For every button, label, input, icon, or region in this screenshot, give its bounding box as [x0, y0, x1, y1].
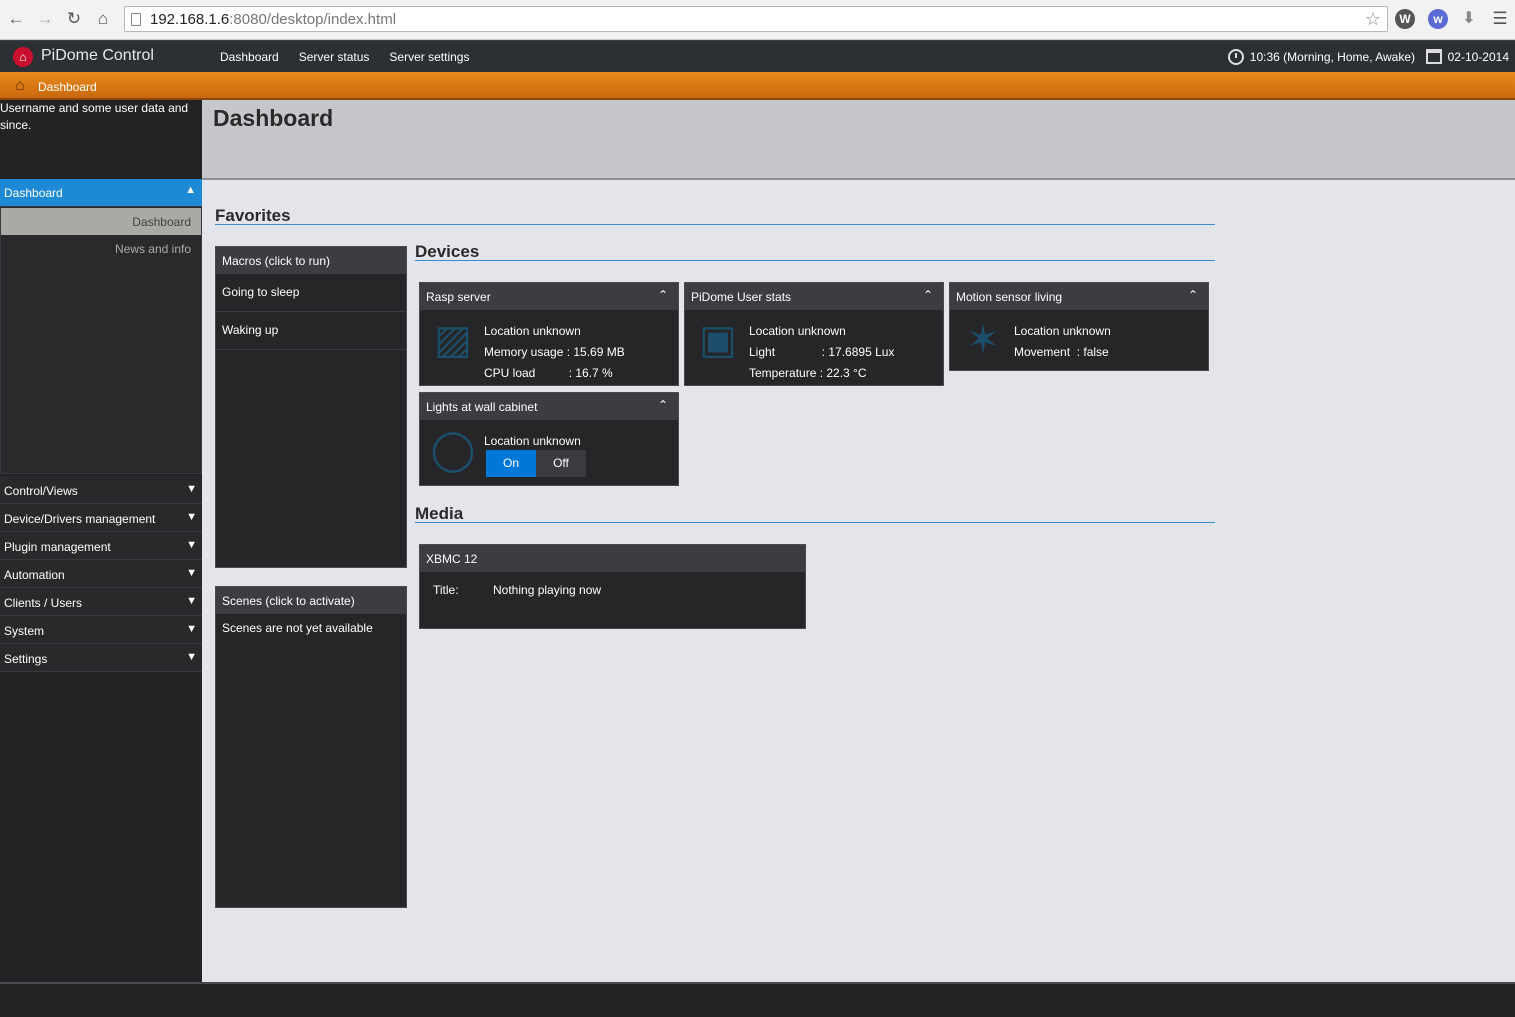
macro-going-to-sleep[interactable]: Going to sleep [216, 274, 406, 312]
nav-server-settings[interactable]: Server settings [389, 50, 469, 64]
device-details: Location unknown Movement : false [1014, 324, 1111, 359]
sidebar-item-device-drivers[interactable]: Device/Drivers management ▼ [0, 504, 202, 532]
devices-title: Devices [415, 242, 480, 261]
person-running-icon: ✶ [966, 318, 1000, 362]
date-text: 02-10-2014 [1447, 49, 1509, 64]
clock-text: 10:36 (Morning, Home, Awake) [1249, 50, 1415, 64]
chevron-down-icon: ▼ [186, 595, 197, 607]
nav-server-status[interactable]: Server status [299, 50, 370, 64]
calendar-icon [1425, 49, 1442, 64]
forward-icon[interactable]: → [35, 9, 55, 29]
page-header: Dashboard [202, 100, 1515, 180]
app-header: ⌂ PiDome Control Dashboard Server status… [0, 40, 1515, 72]
device-lights-cabinet: Lights at wall cabinet ⌃ ◯ Location unkno… [419, 392, 679, 486]
chevron-up-icon: ▲ [185, 184, 196, 196]
menu-icon[interactable]: ☰ [1490, 9, 1510, 29]
main-content: Dashboard Favorites Macros (click to run… [202, 100, 1515, 982]
media-player-xbmc: XBMC 12 Title: Nothing playing now [419, 544, 806, 629]
sidebar-item-system[interactable]: System ▼ [0, 616, 202, 644]
chevron-down-icon: ▼ [186, 651, 197, 663]
url-text: 192.168.1.6:8080/desktop/index.html [150, 11, 397, 28]
page-title: Dashboard [213, 105, 334, 131]
collapse-icon[interactable]: ⌃ [1188, 288, 1198, 302]
footer-bar [0, 982, 1515, 1017]
clock-icon [1227, 49, 1244, 65]
home-icon[interactable]: ⌂ [93, 9, 113, 29]
breadcrumb-dashboard[interactable]: Dashboard [38, 80, 97, 94]
sidebar-item-automation[interactable]: Automation ▼ [0, 560, 202, 588]
media-title: Media [415, 504, 464, 523]
macros-panel-title: Macros (click to run) [216, 247, 406, 274]
device-title: Motion sensor living [956, 290, 1063, 304]
chevron-down-icon: ▼ [186, 539, 197, 551]
date: 02-10-2014 [1425, 49, 1509, 64]
device-details: Location unknown Memory usage : 15.69 MB C… [484, 324, 625, 380]
server-board-icon: ▨ [434, 318, 472, 362]
device-title: Lights at wall cabinet [426, 400, 538, 414]
address-bar[interactable]: 192.168.1.6:8080/desktop/index.html ☆ [124, 6, 1388, 32]
device-title: Rasp server [426, 290, 491, 304]
media-field-value: Nothing playing now [493, 583, 602, 597]
pidome-logo-icon: ⌂ [13, 47, 33, 67]
sidebar-item-settings[interactable]: Settings ▼ [0, 644, 202, 672]
device-motion-sensor: Motion sensor living ⌃ ✶ Location unknown… [949, 282, 1209, 371]
lightbulb-icon: ◯ [430, 428, 476, 472]
light-toggle: On Off [486, 450, 586, 477]
macros-panel: Macros (click to run) Going to sleep Wak… [215, 246, 407, 568]
back-icon[interactable]: ← [6, 9, 26, 29]
top-nav: Dashboard Server status Server settings [220, 50, 469, 64]
nav-dashboard[interactable]: Dashboard [220, 50, 279, 64]
chevron-down-icon: ▼ [186, 483, 197, 495]
light-on-button[interactable]: On [486, 450, 536, 477]
chevron-down-icon: ▼ [186, 623, 197, 635]
collapse-icon[interactable]: ⌃ [658, 288, 668, 302]
extension-icon[interactable]: w [1428, 9, 1448, 29]
wordpress-icon[interactable]: W [1395, 9, 1415, 29]
device-rasp-server: Rasp server ⌃ ▨ Location unknown Memory us… [419, 282, 679, 386]
app-title: PiDome Control [41, 47, 154, 64]
scenes-panel-title: Scenes (click to activate) [216, 587, 406, 614]
media-divider [415, 522, 1215, 523]
scenes-panel: Scenes (click to activate) Scenes are no… [215, 586, 407, 908]
chevron-down-icon: ▼ [186, 567, 197, 579]
sidebar-item-dashboard[interactable]: Dashboard ▲ [0, 179, 202, 206]
scenes-empty-text: Scenes are not yet available [222, 621, 373, 635]
home-icon[interactable]: ⌂ [15, 77, 25, 95]
reload-icon[interactable]: ↻ [64, 9, 84, 29]
sidebar-item-control-views[interactable]: Control/Views ▼ [0, 476, 202, 504]
page-icon [131, 13, 141, 26]
favorites-title: Favorites [215, 206, 291, 225]
collapse-icon[interactable]: ⌃ [923, 288, 933, 302]
sidebar-item-plugin-management[interactable]: Plugin management ▼ [0, 532, 202, 560]
media-player-title: XBMC 12 [420, 545, 805, 572]
media-field-label: Title: [433, 583, 459, 597]
clock: 10:36 (Morning, Home, Awake) [1227, 49, 1415, 65]
macro-waking-up[interactable]: Waking up [216, 312, 406, 350]
sidebar-item-clients-users[interactable]: Clients / Users ▼ [0, 588, 202, 616]
download-icon[interactable]: ⬇ [1459, 9, 1479, 29]
light-off-button[interactable]: Off [536, 450, 586, 477]
monitor-icon: ▣ [699, 318, 737, 362]
breadcrumb: ⌂ Dashboard [0, 72, 1515, 100]
device-title: PiDome User stats [691, 290, 792, 304]
submenu-item-news[interactable]: News and info [115, 242, 191, 256]
bookmark-star-icon[interactable]: ☆ [1365, 9, 1381, 30]
user-info: Username and some user data and since. [0, 101, 189, 132]
sidebar-item-label: Dashboard [4, 186, 63, 200]
collapse-icon[interactable]: ⌃ [658, 398, 668, 412]
browser-toolbar: ← → ↻ ⌂ 192.168.1.6:8080/desktop/index.h… [0, 0, 1515, 40]
sidebar-submenu: Dashboard News and info [0, 206, 202, 474]
devices-divider [415, 260, 1215, 261]
chevron-down-icon: ▼ [186, 511, 197, 523]
device-user-stats: PiDome User stats ⌃ ▣ Location unknown Lig… [684, 282, 944, 386]
device-location: Location unknown [484, 434, 581, 448]
submenu-item-dashboard[interactable]: Dashboard [1, 208, 201, 235]
favorites-divider [215, 224, 1215, 225]
sidebar: Username and some user data and since. D… [0, 100, 202, 982]
device-details: Location unknown Light : 17.6895 Lux Tempe… [749, 324, 895, 380]
